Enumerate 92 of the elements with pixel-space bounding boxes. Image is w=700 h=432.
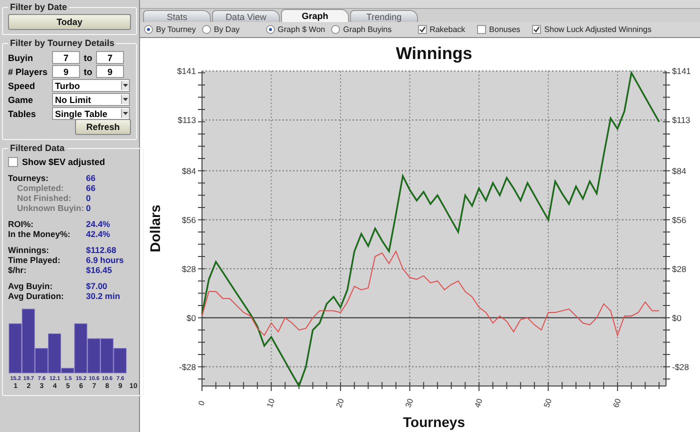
range-from-field[interactable]: 9 (52, 65, 80, 78)
histogram-bar (87, 338, 100, 374)
radio-button[interactable] (331, 25, 340, 34)
stat-value: 24.4% (86, 219, 110, 229)
stat-label: ROI%: (8, 219, 34, 229)
y-tick-label: $141 (672, 66, 691, 76)
stat-value: 42.4% (86, 229, 110, 239)
radio-button[interactable] (144, 25, 153, 34)
checkbox-label: Bonuses (489, 25, 520, 34)
y-tick-label: $0 (672, 312, 682, 323)
tab[interactable]: Graph (281, 9, 349, 22)
x-tick-label: 60 (611, 397, 623, 409)
dropdown[interactable]: Single Table (52, 107, 130, 120)
range-separator: to (82, 52, 94, 62)
radio-label: By Day (214, 25, 240, 34)
refresh-button[interactable]: Refresh (75, 119, 131, 135)
y-tick-label: $0 (186, 312, 196, 323)
chart-title: Winnings (396, 44, 472, 63)
checkbox[interactable] (418, 25, 427, 34)
x-tick-label: 20 (334, 397, 346, 409)
y-tick-label: $28 (182, 264, 196, 274)
stat-label: Completed: (16, 183, 65, 193)
stat-label: Tourneys: (8, 173, 50, 183)
x-tick-label: 40 (472, 397, 484, 409)
group-title: Filter by Date (9, 2, 68, 12)
stat-value: 30.2 min (86, 291, 120, 301)
x-tick-label: 50 (542, 397, 554, 409)
x-axis-title: Tourneys (403, 414, 465, 430)
field-label: # Players (8, 66, 49, 76)
stat-value: 6.9 hours (86, 255, 124, 265)
dropdown-arrow-icon (123, 84, 128, 87)
y-tick-label: $113 (178, 115, 196, 125)
stat-label: Avg Buyin: (8, 281, 54, 291)
y-tick-label: -$28 (672, 362, 690, 372)
tab[interactable]: Data View (212, 10, 280, 22)
field-label: Speed (8, 80, 36, 90)
dropdown-arrow-icon (123, 112, 128, 115)
histogram-bar (8, 323, 22, 374)
stat-label: In the Money%: (8, 229, 72, 239)
stat-label: Time Played: (8, 255, 62, 265)
y-tick-label: $28 (672, 264, 686, 274)
y-tick-label: $113 (672, 115, 690, 125)
group-title: Filtered Data (9, 143, 66, 153)
radio-label: Graph $ Won (278, 25, 326, 34)
y-tick-label: $141 (177, 66, 196, 76)
checkbox[interactable] (532, 25, 542, 34)
y-tick-label: $84 (672, 166, 686, 176)
range-from-field[interactable]: 7 (52, 51, 80, 64)
y-tick-label: $56 (182, 214, 196, 225)
stat-value: 66 (86, 183, 96, 193)
today-button[interactable]: Today (8, 14, 131, 30)
group-title: Filter by Tourney Details (9, 38, 116, 48)
x-tick-label: 10 (265, 397, 277, 409)
dropdown[interactable]: No Limit (52, 93, 130, 106)
checkbox[interactable] (477, 25, 486, 34)
radio-label: By Tourney (156, 25, 196, 34)
radio-button[interactable] (202, 25, 211, 34)
range-to-field[interactable]: 7 (96, 51, 124, 64)
stat-value: $7.00 (86, 281, 108, 291)
range-to-field[interactable]: 9 (96, 65, 124, 78)
field-label: Buyin (8, 52, 34, 62)
tab[interactable]: Trending (350, 10, 418, 22)
stat-label: $/hr: (8, 265, 28, 275)
dropdown-arrow-icon (123, 98, 128, 101)
stat-value: 0 (86, 193, 91, 203)
tab[interactable]: Stats (143, 10, 211, 22)
x-tick-label: 30 (404, 397, 416, 409)
checkbox-label: Show Luck Adjusted Winnings (544, 25, 652, 34)
field-label: Tables (8, 108, 37, 118)
dropdown[interactable]: Turbo (52, 79, 130, 92)
checkbox-label: Rakeback (430, 25, 466, 34)
radio-button[interactable] (266, 25, 275, 34)
stat-value: $16.45 (86, 265, 112, 275)
stat-value: $112.68 (86, 245, 116, 255)
y-tick-label: -$28 (178, 362, 196, 372)
stat-label: Avg Duration: (8, 291, 65, 301)
stat-label: Not Finished: (16, 193, 72, 203)
checkbox[interactable] (8, 157, 18, 167)
range-separator: to (82, 66, 94, 76)
y-axis-title: Dollars (147, 204, 163, 252)
field-label: Game (8, 94, 34, 104)
stat-value: 66 (86, 173, 96, 183)
x-tick-label: 0 (196, 400, 207, 407)
y-tick-label: $84 (182, 166, 196, 176)
stat-value: 0 (86, 203, 91, 213)
checkbox-label: Show $EV adjusted (22, 157, 106, 167)
stat-label: Winnings: (8, 245, 50, 255)
histogram-bar (114, 348, 127, 374)
histogram-bar (100, 338, 114, 374)
radio-label: Graph Buyins (343, 25, 392, 34)
stat-label: Unknown Buyin: (16, 203, 86, 213)
y-tick-label: $56 (672, 214, 686, 225)
